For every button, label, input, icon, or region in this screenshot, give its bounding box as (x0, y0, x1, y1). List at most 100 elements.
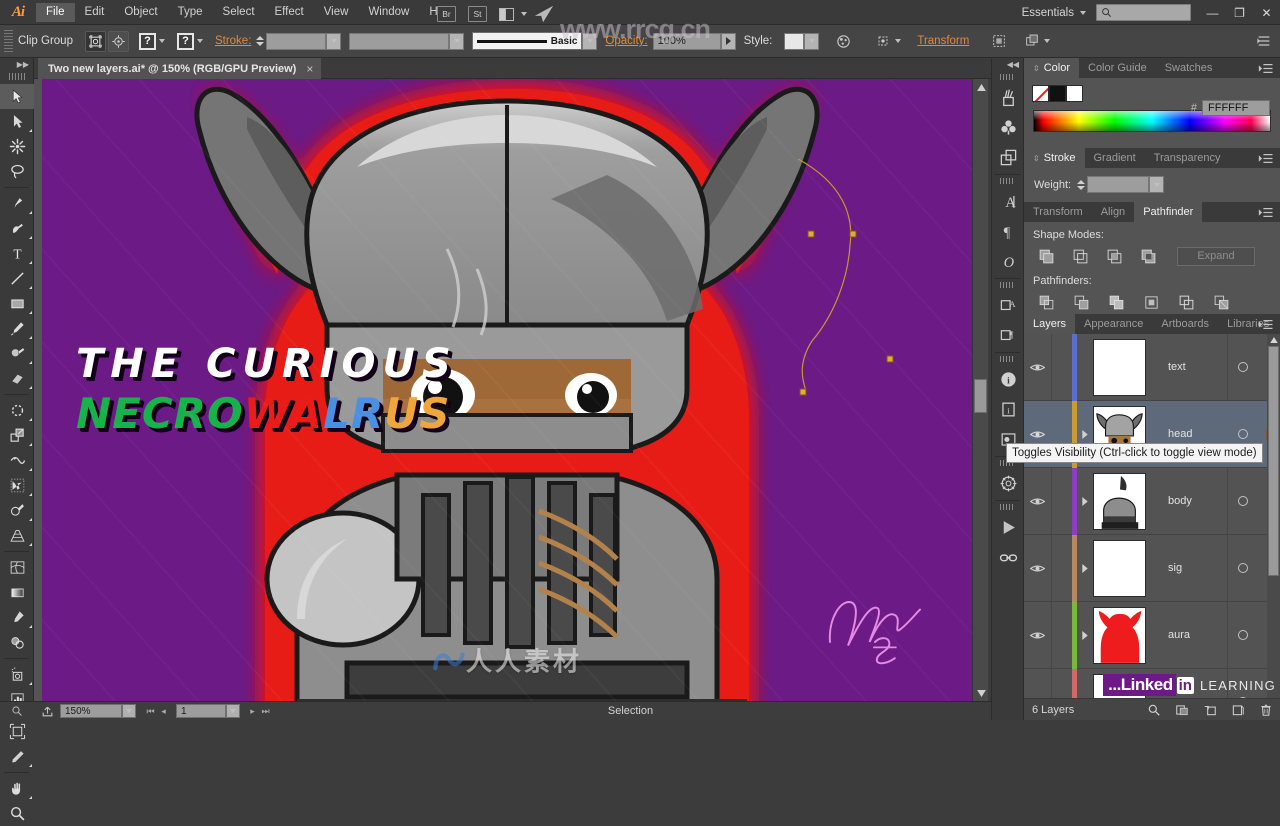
select-similar-chevron-icon[interactable] (895, 39, 901, 43)
slice-tool[interactable] (0, 744, 34, 769)
expand-button[interactable]: Expand (1177, 247, 1255, 266)
opacity-input[interactable]: 100% (653, 33, 721, 50)
tab-transform[interactable]: Transform (1024, 202, 1092, 222)
layer-target-indicator[interactable] (1226, 496, 1260, 506)
layer-target-indicator[interactable] (1226, 429, 1260, 439)
navigator-icon[interactable] (992, 468, 1025, 498)
arrange-objects-icon[interactable] (1021, 31, 1042, 52)
color-swatch-group[interactable] (1024, 78, 1280, 102)
rail-grip-3[interactable] (1000, 282, 1015, 288)
rectangle-tool[interactable] (0, 291, 34, 316)
layer-name[interactable]: aura (1146, 629, 1226, 641)
opentype-icon[interactable]: O (992, 246, 1025, 276)
document-tab[interactable]: Two new layers.ai* @ 150% (RGB/GPU Previ… (38, 58, 321, 79)
recolor-artwork-icon[interactable] (833, 31, 854, 52)
eraser-tool[interactable] (0, 366, 34, 391)
layer-visibility-toggle[interactable] (1024, 429, 1050, 440)
stroke-color-indicator[interactable]: ? (177, 33, 194, 50)
menu-edit[interactable]: Edit (75, 3, 115, 22)
paintbrush-tool[interactable] (0, 316, 34, 341)
next-artboard-button[interactable]: ▸ (246, 703, 259, 719)
stroke-weight-label[interactable]: Stroke: (215, 35, 256, 47)
fill-chevron-icon[interactable] (156, 33, 169, 50)
menu-file[interactable]: File (36, 3, 75, 22)
rail-grip-2[interactable] (1000, 178, 1015, 184)
paragraph-icon[interactable]: ¶ (992, 216, 1025, 246)
tab-pathfinder[interactable]: Pathfinder (1134, 202, 1202, 222)
align-icon[interactable] (988, 31, 1009, 52)
no-fill-swatch[interactable] (1032, 85, 1049, 102)
tab-transparency[interactable]: Transparency (1145, 148, 1230, 168)
scroll-down-icon[interactable] (973, 685, 988, 701)
opacity-popup-button[interactable] (721, 33, 736, 50)
menu-object[interactable]: Object (114, 3, 167, 22)
table-row[interactable]: sig (1024, 535, 1280, 602)
menu-type[interactable]: Type (168, 3, 213, 22)
stroke-swatch[interactable] (1066, 85, 1083, 102)
layers-scroll-up-icon[interactable] (1267, 334, 1280, 345)
isolate-selected-object-button[interactable] (85, 31, 106, 52)
free-transform-tool[interactable] (0, 473, 34, 498)
layer-name[interactable]: sig (1146, 562, 1226, 574)
rail-grip-6[interactable] (1000, 504, 1015, 510)
intersect-icon[interactable] (1101, 246, 1127, 266)
stroke-weight-field[interactable] (266, 33, 326, 50)
bridge-button[interactable]: Br (437, 6, 456, 22)
layers-scroll-thumb[interactable] (1268, 346, 1279, 576)
layer-disclosure-triangle[interactable] (1077, 631, 1093, 640)
layer-target-indicator[interactable] (1226, 563, 1260, 573)
create-sublayer-icon[interactable] (1196, 699, 1224, 721)
table-row[interactable]: body (1024, 468, 1280, 535)
tab-stroke[interactable]: ⇳ Stroke (1024, 148, 1085, 168)
menu-select[interactable]: Select (213, 3, 265, 22)
previous-artboard-button[interactable]: ◂ (157, 703, 170, 719)
zoom-level-input[interactable]: 150% (60, 704, 122, 718)
select-similar-objects-icon[interactable] (872, 31, 893, 52)
make-mask-icon[interactable] (1168, 699, 1196, 721)
fill-color-indicator[interactable]: ? (139, 33, 156, 50)
brush-definition-field[interactable]: Basic (472, 32, 582, 50)
layer-visibility-toggle[interactable] (1024, 630, 1050, 641)
artboard-tool[interactable] (0, 719, 34, 744)
rail-grip-1[interactable] (1000, 74, 1015, 80)
zoom-tool[interactable] (0, 801, 34, 826)
tab-color[interactable]: ⇳ Color (1024, 58, 1079, 78)
layer-disclosure-triangle[interactable] (1077, 564, 1093, 573)
minimize-button[interactable]: — (1199, 1, 1226, 25)
arrange-chevron-icon[interactable] (521, 12, 527, 16)
artboard-chevron-icon[interactable] (226, 704, 240, 718)
links-icon[interactable] (992, 542, 1025, 572)
scale-tool[interactable] (0, 423, 34, 448)
pen-tool[interactable] (0, 191, 34, 216)
exclude-icon[interactable] (1135, 246, 1161, 266)
transform-button[interactable]: Transform (917, 35, 974, 47)
magic-wand-tool[interactable] (0, 134, 34, 159)
control-bar-menu-icon[interactable] (1256, 33, 1272, 49)
layer-disclosure-triangle[interactable] (1077, 430, 1093, 439)
blend-tool[interactable] (0, 630, 34, 655)
hand-tool[interactable] (0, 776, 34, 801)
minus-back-icon[interactable] (1208, 292, 1234, 312)
character-styles-icon[interactable]: A (992, 290, 1025, 320)
attributes-icon[interactable]: i (992, 394, 1025, 424)
stroke-panel-menu-icon[interactable] (1257, 152, 1275, 165)
menu-window[interactable]: Window (358, 3, 419, 22)
eyedropper-tool[interactable] (0, 605, 34, 630)
stock-button[interactable]: St (468, 6, 487, 22)
direct-selection-tool[interactable] (0, 109, 34, 134)
graphic-style-swatch[interactable] (784, 33, 804, 50)
crop-icon[interactable] (1138, 292, 1164, 312)
layer-name[interactable]: head (1146, 428, 1226, 440)
control-bar-grip[interactable] (4, 30, 13, 52)
layer-name[interactable]: text (1146, 361, 1226, 373)
last-artboard-button[interactable]: ⏭ (259, 703, 272, 719)
layers-list[interactable]: text (1024, 334, 1280, 700)
selection-tool[interactable] (0, 84, 34, 109)
canvas-area[interactable]: THE CURIOUS NECROWALRUS 人人素材 (34, 79, 988, 701)
menu-effect[interactable]: Effect (265, 3, 314, 22)
stroke-weight-panel-chevron-icon[interactable] (1149, 176, 1164, 193)
workspace-chevron-icon[interactable] (1080, 11, 1086, 15)
type-tool[interactable]: T (0, 241, 34, 266)
tab-gradient[interactable]: Gradient (1085, 148, 1145, 168)
stroke-weight-panel-input[interactable] (1087, 176, 1149, 193)
